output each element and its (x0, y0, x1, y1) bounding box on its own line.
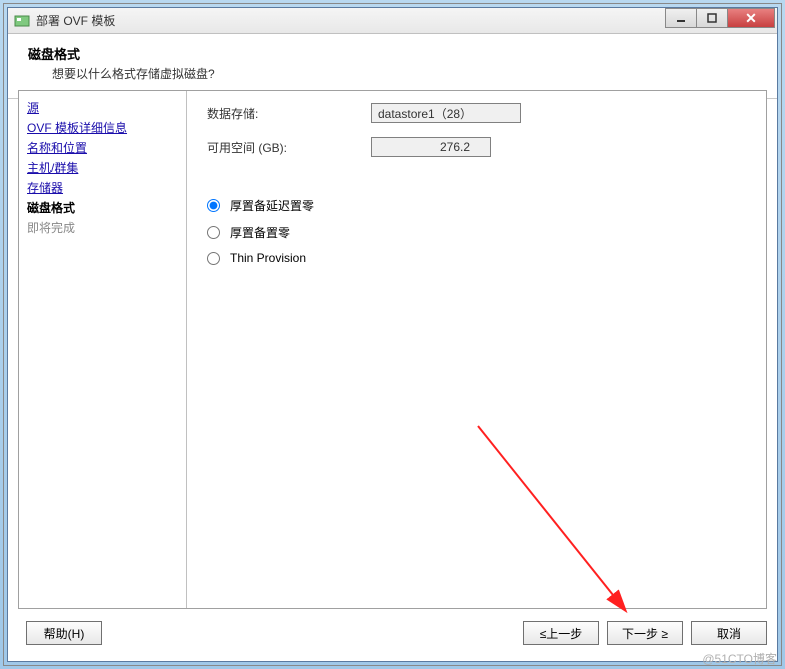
app-icon (14, 13, 30, 29)
window-title: 部署 OVF 模板 (36, 12, 115, 29)
radio-thick-lazy[interactable]: 厚置备延迟置零 (207, 197, 746, 214)
watermark: @51CTO博客 (702, 650, 777, 667)
cancel-button[interactable]: 取消 (691, 621, 767, 645)
radio-thick-lazy-input[interactable] (207, 199, 220, 212)
wizard-footer: 帮助(H) ≤上一步 下一步 ≥ 取消 (18, 617, 767, 649)
radio-thin-input[interactable] (207, 252, 220, 265)
disk-format-radio-group: 厚置备延迟置零 厚置备置零 Thin Provision (207, 197, 746, 265)
close-button[interactable]: ✕ (727, 8, 775, 28)
datastore-value: datastore1（28） (371, 103, 521, 123)
freespace-value: 276.2 (371, 137, 491, 157)
datastore-row: 数据存储: datastore1（28） (207, 103, 746, 123)
step-source[interactable]: 源 (27, 99, 178, 116)
step-ovf-details[interactable]: OVF 模板详细信息 (27, 119, 178, 136)
radio-thin[interactable]: Thin Provision (207, 251, 746, 265)
step-disk-format-current: 磁盘格式 (27, 199, 178, 216)
next-button[interactable]: 下一步 ≥ (607, 621, 683, 645)
step-name-location[interactable]: 名称和位置 (27, 139, 178, 156)
radio-thick-eager-label: 厚置备置零 (230, 224, 290, 241)
window-controls: ✕ (666, 8, 775, 28)
titlebar: 部署 OVF 模板 ✕ (8, 8, 777, 34)
wizard-content: 数据存储: datastore1（28） 可用空间 (GB): 276.2 厚置… (187, 91, 766, 608)
page-subtitle: 想要以什么格式存储虚拟磁盘? (52, 65, 761, 82)
radio-thick-eager[interactable]: 厚置备置零 (207, 224, 746, 241)
radio-thick-eager-input[interactable] (207, 226, 220, 239)
freespace-label: 可用空间 (GB): (207, 139, 371, 156)
step-host-cluster[interactable]: 主机/群集 (27, 159, 178, 176)
wizard-body: 源 OVF 模板详细信息 名称和位置 主机/群集 存储器 磁盘格式 即将完成 数… (18, 90, 767, 609)
wizard-window: 部署 OVF 模板 ✕ 磁盘格式 想要以什么格式存储虚拟磁盘? 源 OVF 模板… (7, 7, 778, 662)
minimize-button[interactable] (665, 8, 697, 28)
freespace-row: 可用空间 (GB): 276.2 (207, 137, 746, 157)
datastore-label: 数据存储: (207, 105, 371, 122)
step-storage[interactable]: 存储器 (27, 179, 178, 196)
step-ready-to-complete: 即将完成 (27, 219, 178, 236)
help-button[interactable]: 帮助(H) (26, 621, 102, 645)
wizard-steps-sidebar: 源 OVF 模板详细信息 名称和位置 主机/群集 存储器 磁盘格式 即将完成 (19, 91, 187, 608)
radio-thick-lazy-label: 厚置备延迟置零 (230, 197, 314, 214)
page-title: 磁盘格式 (28, 44, 761, 63)
maximize-button[interactable] (696, 8, 728, 28)
radio-thin-label: Thin Provision (230, 251, 306, 265)
back-button[interactable]: ≤上一步 (523, 621, 599, 645)
